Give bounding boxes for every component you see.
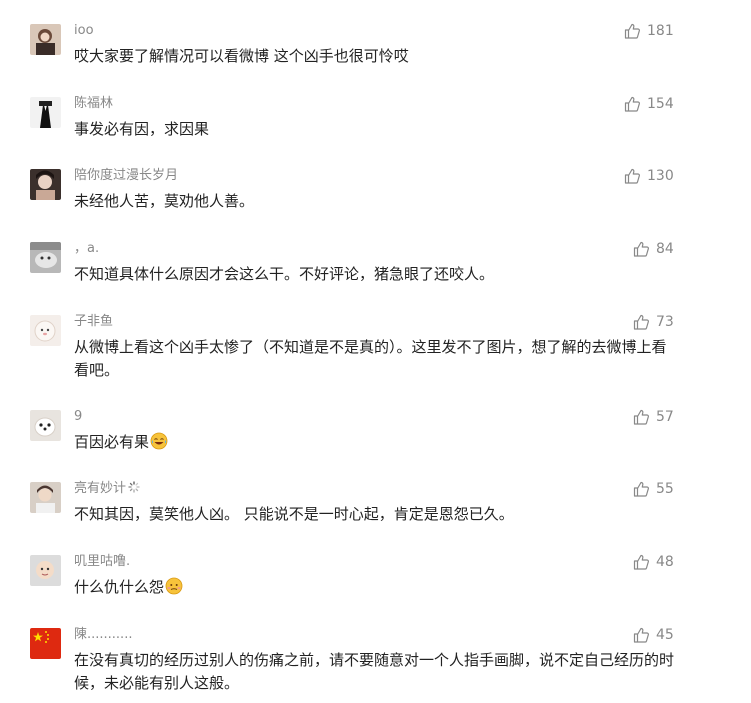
like-button[interactable]: 55 <box>633 479 674 499</box>
thumbs-up-icon <box>624 23 640 39</box>
comment-text: 不知道具体什么原因才会这么干。不好评论，猪急眼了还咬人。 <box>74 265 495 283</box>
comment-text: 哎大家要了解情况可以看微博 这个凶手也很可怜哎 <box>74 47 409 65</box>
avatar-baby-icon[interactable] <box>30 555 61 586</box>
comment-text-content: 百因必有果 <box>74 433 150 451</box>
avatar-photo-icon[interactable] <box>30 169 61 200</box>
loading-badge-icon <box>128 481 140 493</box>
like-button[interactable]: 154 <box>624 94 674 114</box>
comment-text: 百因必有果 <box>74 431 674 454</box>
comment-username[interactable]: 陈福林 <box>74 95 113 113</box>
comment-username[interactable]: 亮有妙计 <box>74 480 140 498</box>
like-count: 48 <box>656 554 674 570</box>
like-button[interactable]: 45 <box>633 625 674 645</box>
comment-username[interactable]: 叽里咕噜. <box>74 553 130 571</box>
like-count: 55 <box>656 481 674 497</box>
thumbs-up-icon <box>633 241 649 257</box>
like-count: 181 <box>647 23 674 39</box>
comment-username-text: 亮有妙计 <box>74 481 127 496</box>
like-button[interactable]: 73 <box>633 312 674 332</box>
thumbs-up-icon <box>633 314 649 330</box>
like-count: 84 <box>656 241 674 257</box>
thumbs-up-icon <box>633 409 649 425</box>
like-count: 45 <box>656 627 674 643</box>
comment-text: 在没有真切的经历过别人的伤痛之前，请不要随意对一个人指手画脚，说不定自己经历的时… <box>74 651 675 692</box>
comment-text: 未经他人苦，莫劝他人善。 <box>74 192 255 210</box>
comment-username[interactable]: ，a. <box>74 240 99 258</box>
comment-username[interactable]: 子非鱼 <box>74 313 113 331</box>
comment-text: 不知其因，莫笑他人凶。 只能说不是一时心起，肯定是恩怨已久。 <box>74 505 514 523</box>
avatar-photo-icon[interactable] <box>30 482 61 513</box>
sweat-face-emoji <box>165 577 183 595</box>
like-count: 154 <box>647 96 674 112</box>
avatar-suit-icon[interactable] <box>30 97 61 128</box>
comment-text: 从微博上看这个凶手太惨了（不知道是不是真的）。这里发不了图片，想了解的去微博上看… <box>74 338 667 379</box>
comment-username[interactable]: 9 <box>74 408 82 426</box>
avatar-photo-icon[interactable] <box>30 24 61 55</box>
comment-text-content: 什么仇什么怨 <box>74 578 165 596</box>
laughing-tears-emoji <box>150 432 168 450</box>
thumbs-up-icon <box>633 481 649 497</box>
thumbs-up-icon <box>633 554 649 570</box>
thumbs-up-icon <box>624 168 640 184</box>
comment-text: 事发必有因，求因果 <box>74 120 210 138</box>
like-button[interactable]: 57 <box>633 407 674 427</box>
like-button[interactable]: 130 <box>624 166 674 186</box>
like-button[interactable]: 84 <box>633 239 674 259</box>
comment-username[interactable]: 陪你度过漫长岁月 <box>74 167 178 185</box>
like-count: 73 <box>656 314 674 330</box>
like-button[interactable]: 48 <box>633 552 674 572</box>
thumbs-up-icon <box>633 627 649 643</box>
avatar-photo-icon[interactable] <box>30 242 61 273</box>
comment-text: 什么仇什么怨 <box>74 576 674 599</box>
comment-username[interactable]: 陳........... <box>74 626 132 644</box>
like-count: 57 <box>656 409 674 425</box>
like-count: 130 <box>647 168 674 184</box>
avatar-flag-icon[interactable] <box>30 628 61 659</box>
avatar-photo-icon[interactable] <box>30 315 61 346</box>
comment-username[interactable]: ioo <box>74 22 94 40</box>
like-button[interactable]: 181 <box>624 21 674 41</box>
thumbs-up-icon <box>624 96 640 112</box>
avatar-dog-icon[interactable] <box>30 410 61 441</box>
